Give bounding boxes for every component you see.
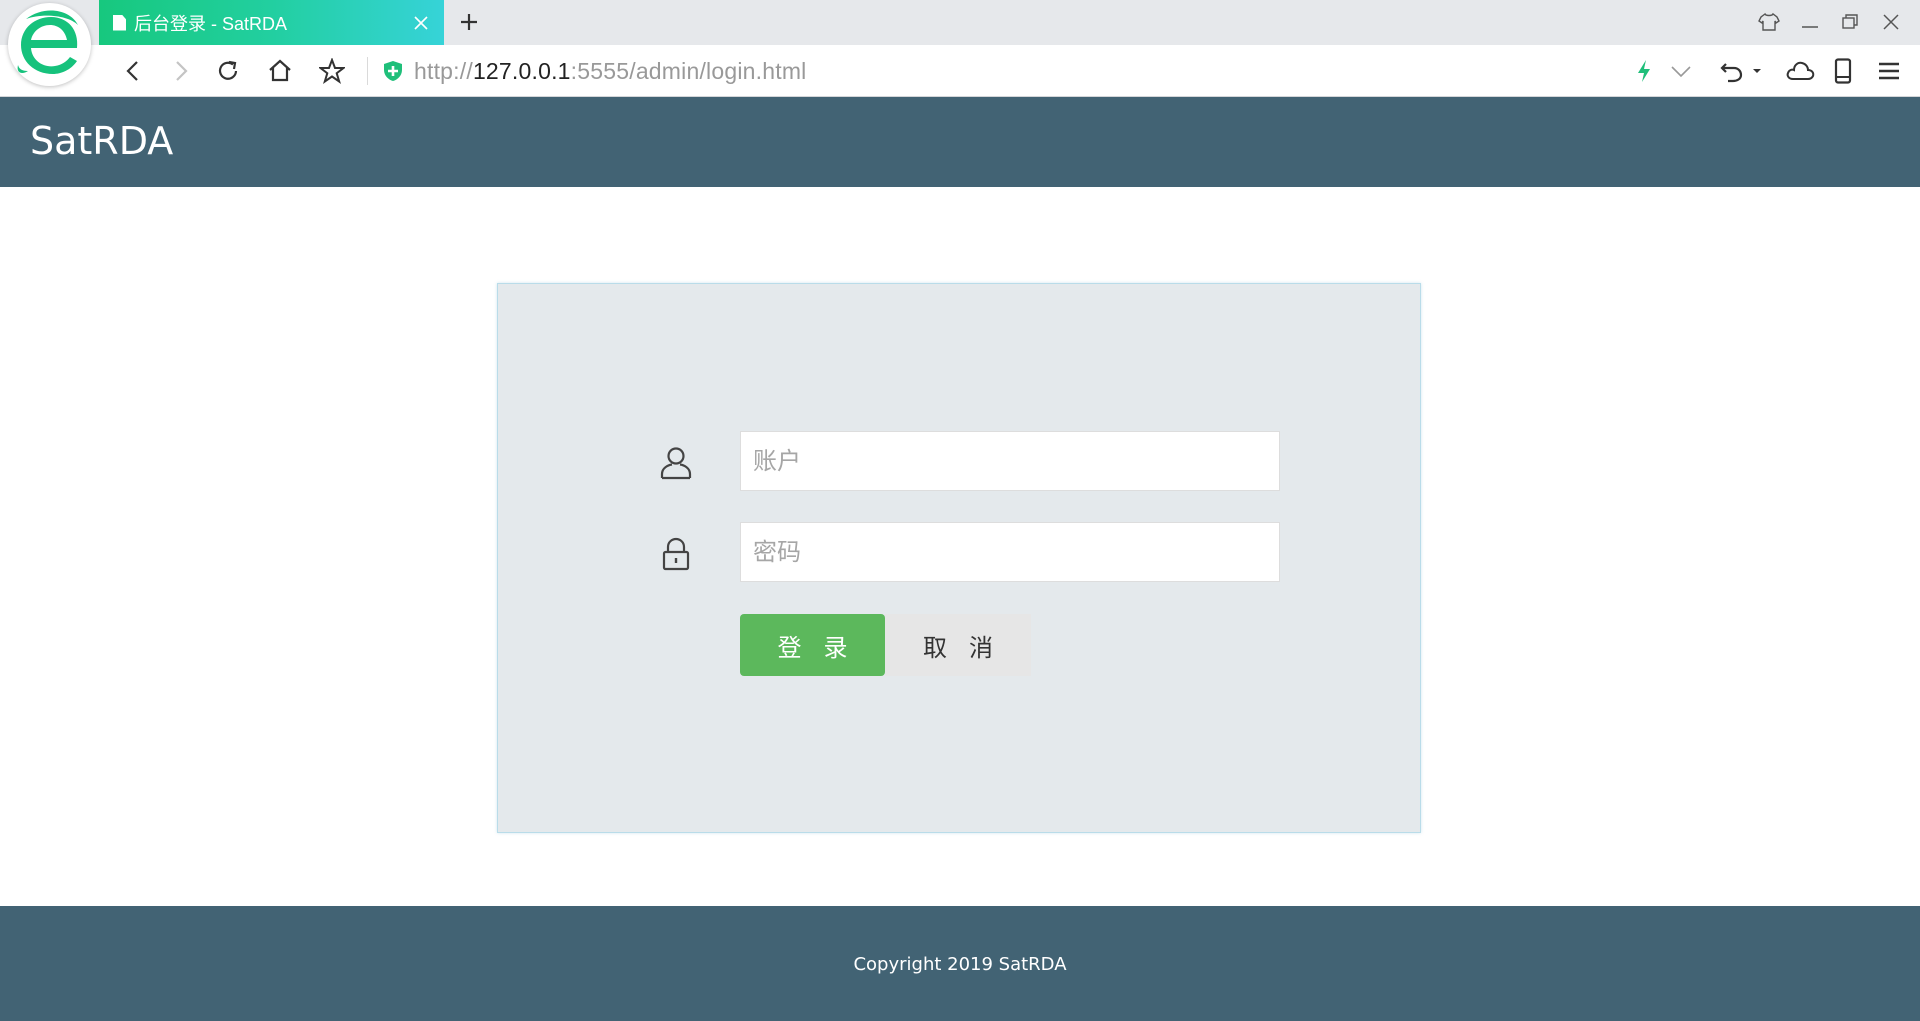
- skin-shirt-icon[interactable]: [1756, 9, 1782, 35]
- back-arrow-icon[interactable]: [118, 56, 148, 86]
- restore-icon[interactable]: [1837, 9, 1863, 35]
- url-field[interactable]: http://127.0.0.1:5555/admin/login.html: [414, 58, 807, 84]
- login-panel: 登录 取消: [497, 283, 1421, 833]
- menu-icon[interactable]: [1874, 56, 1904, 86]
- document-icon: [113, 14, 126, 31]
- site-title: SatRDA: [30, 119, 174, 163]
- forward-arrow-icon[interactable]: [166, 56, 196, 86]
- mobile-device-icon[interactable]: [1828, 56, 1858, 86]
- browser-tab-active[interactable]: 后台登录 - SatRDA: [99, 0, 444, 45]
- tab-title: 后台登录 - SatRDA: [134, 13, 288, 34]
- shield-icon[interactable]: [383, 60, 403, 82]
- home-icon[interactable]: [265, 56, 295, 86]
- copyright-text: Copyright 2019 SatRDA: [853, 954, 1067, 975]
- login-button[interactable]: 登录: [740, 614, 885, 676]
- window-close-icon[interactable]: [1878, 9, 1904, 35]
- user-icon: [658, 445, 694, 481]
- undo-icon[interactable]: [1718, 56, 1748, 86]
- toolbar-divider: [367, 57, 368, 85]
- password-input[interactable]: [740, 522, 1280, 582]
- site-footer: Copyright 2019 SatRDA: [0, 906, 1920, 1021]
- chevron-down-icon[interactable]: [1666, 56, 1696, 86]
- caret-down-icon[interactable]: [1749, 56, 1765, 86]
- tab-close-icon[interactable]: [410, 12, 432, 34]
- cancel-button[interactable]: 取消: [885, 614, 1031, 676]
- minimize-icon[interactable]: [1797, 9, 1823, 35]
- lightning-icon[interactable]: [1629, 56, 1659, 86]
- url-path: :5555/admin/login.html: [570, 58, 807, 84]
- url-host: 127.0.0.1: [472, 58, 571, 84]
- site-header: SatRDA: [0, 97, 1920, 187]
- browser-tab-bar: 后台登录 - SatRDA: [0, 0, 1920, 86]
- cloud-icon[interactable]: [1785, 56, 1815, 86]
- browser-logo-icon[interactable]: [8, 3, 91, 86]
- lock-icon: [658, 536, 694, 572]
- new-tab-button[interactable]: [456, 9, 482, 35]
- reload-icon[interactable]: [213, 56, 243, 86]
- star-icon[interactable]: [317, 56, 347, 86]
- account-input[interactable]: [740, 431, 1280, 491]
- browser-toolbar: http://127.0.0.1:5555/admin/login.html: [0, 45, 1920, 97]
- url-scheme: http://: [414, 58, 473, 84]
